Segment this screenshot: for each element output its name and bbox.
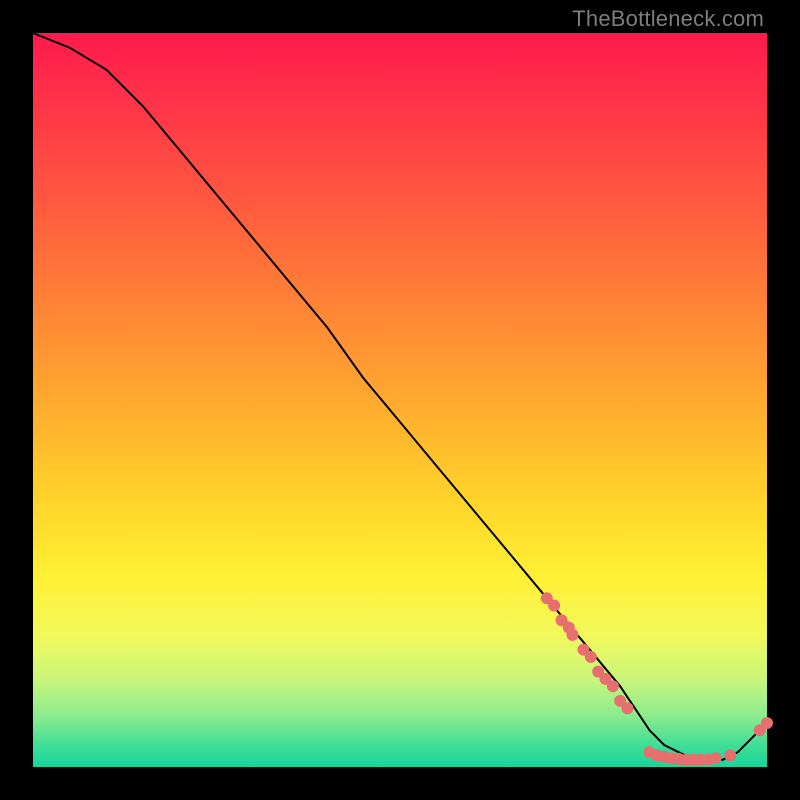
curve-marker [761, 717, 773, 729]
curve-marker [607, 680, 619, 692]
plot-area [33, 33, 767, 767]
curve-marker [622, 702, 634, 714]
curve-marker [724, 749, 736, 761]
bottleneck-curve-line [33, 33, 767, 760]
curve-marker [567, 629, 579, 641]
curve-marker [710, 752, 722, 764]
curve-markers [541, 592, 773, 766]
curve-marker [548, 600, 560, 612]
watermark-text: TheBottleneck.com [572, 6, 764, 32]
chart-frame: TheBottleneck.com [0, 0, 800, 800]
chart-svg [33, 33, 767, 767]
curve-marker [585, 651, 597, 663]
